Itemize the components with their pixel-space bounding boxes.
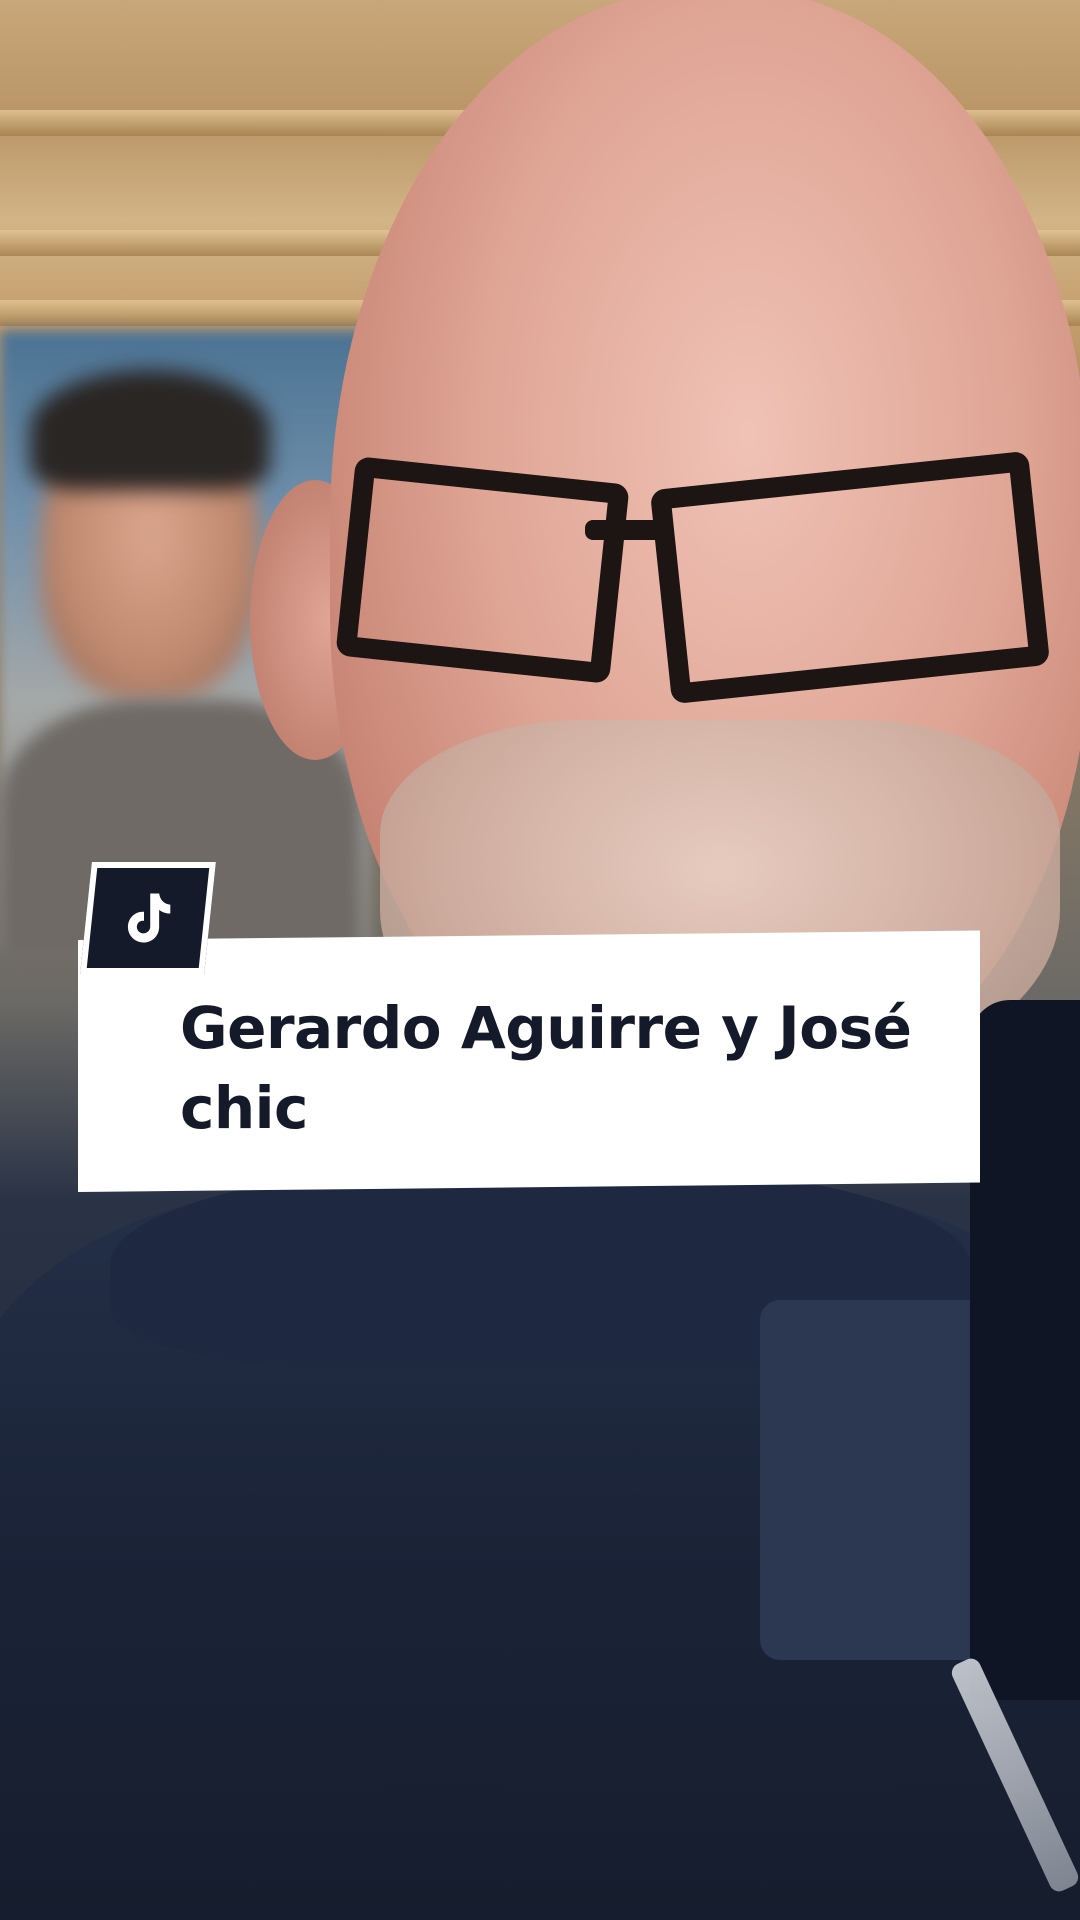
tiktok-logo-icon xyxy=(127,893,171,943)
poster-hair xyxy=(30,370,270,490)
glasses-left-lens xyxy=(335,456,630,684)
glasses-bridge xyxy=(585,520,670,540)
shirt xyxy=(760,1300,990,1660)
video-frame[interactable]: Gerardo Aguirre y José chic xyxy=(0,0,1080,1920)
title-card-text: Gerardo Aguirre y José chic xyxy=(180,994,912,1142)
glasses-right-lens xyxy=(649,450,1051,705)
jacket-collar xyxy=(970,1000,1080,1700)
tiktok-logo-badge xyxy=(80,862,216,974)
